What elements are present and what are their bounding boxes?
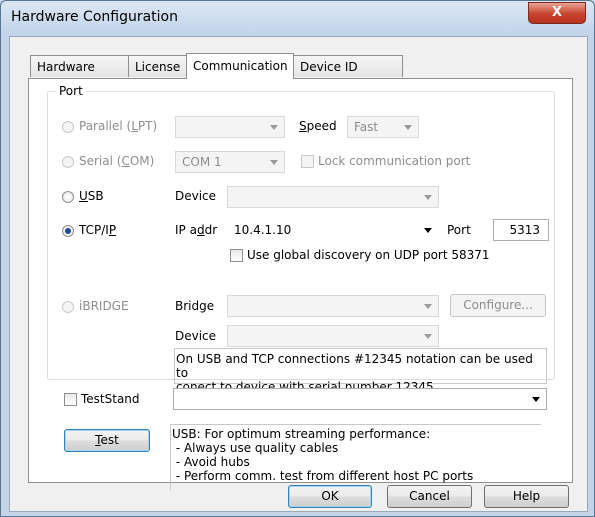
serial-port-combo[interactable]: COM 1 xyxy=(175,151,285,173)
dialog-window: Hardware Configuration X Hardware Type L… xyxy=(0,0,595,517)
chevron-down-icon xyxy=(424,334,432,339)
tip-line: - Always use quality cables xyxy=(172,441,339,455)
teststand-label: TestStand xyxy=(81,392,140,406)
speed-label: Speed xyxy=(299,119,337,133)
tab-label: Communication xyxy=(193,59,288,73)
tcpip-label: TCP/IP xyxy=(79,223,117,237)
lock-port-checkbox[interactable] xyxy=(301,155,314,168)
port-number-field[interactable]: 5313 xyxy=(493,219,549,241)
global-discovery-checkbox[interactable] xyxy=(230,249,243,262)
tab-communication[interactable]: Communication xyxy=(186,53,294,79)
teststand-checkbox[interactable] xyxy=(64,393,77,406)
speed-combo[interactable]: Fast xyxy=(347,116,419,138)
close-button[interactable]: X xyxy=(528,2,586,24)
tab-license[interactable]: License xyxy=(128,55,187,77)
title-bar[interactable]: Hardware Configuration X xyxy=(1,1,594,35)
chevron-down-icon xyxy=(270,125,278,130)
parallel-label: Parallel (LPT) xyxy=(79,119,158,133)
configure-button[interactable]: Configure... xyxy=(450,294,546,317)
serial-radio[interactable] xyxy=(62,156,74,168)
tip-line: USB: For optimum streaming performance: xyxy=(172,427,431,441)
chevron-down-icon xyxy=(404,125,412,130)
usb-tips-note: USB: For optimum streaming performance: … xyxy=(170,424,541,490)
port-group-legend: Port xyxy=(56,84,86,98)
chevron-down-icon xyxy=(424,195,432,200)
tcpip-radio[interactable] xyxy=(62,225,74,237)
dialog-client: Hardware Type License Communication Devi… xyxy=(9,36,588,512)
usb-label: USB xyxy=(79,189,104,203)
global-discovery-label: Use global discovery on UDP port 58371 xyxy=(247,248,490,262)
ibridge-radio[interactable] xyxy=(62,301,74,313)
usb-device-label: Device xyxy=(175,189,217,203)
ibridge-label: iBRIDGE xyxy=(79,299,129,313)
window-title: Hardware Configuration xyxy=(11,9,178,25)
test-button[interactable]: Test xyxy=(64,429,150,452)
tip-line: - Perform comm. test from different host… xyxy=(172,469,474,483)
tip-line: - Avoid hubs xyxy=(172,455,250,469)
note-line: On USB and TCP connections #12345 notati… xyxy=(176,352,533,380)
ip-address-label: IP addr xyxy=(175,223,218,237)
port-label: Port xyxy=(447,223,471,237)
tab-hardware-type[interactable]: Hardware Type xyxy=(30,55,129,96)
chevron-down-icon xyxy=(424,228,432,233)
usb-tcp-note: On USB and TCP connections #12345 notati… xyxy=(174,348,547,394)
close-icon: X xyxy=(551,5,563,20)
tab-device-id-setup[interactable]: Device ID Setup xyxy=(293,55,403,96)
parallel-radio[interactable] xyxy=(62,121,74,133)
tab-label: License xyxy=(135,60,181,74)
teststand-combo[interactable] xyxy=(173,388,547,410)
usb-device-combo[interactable] xyxy=(227,186,439,208)
lock-port-label: Lock communication port xyxy=(318,154,471,168)
communication-panel: Port Parallel (LPT) Speed Fast Serial (C… xyxy=(28,78,573,490)
ibridge-device-label: Device xyxy=(175,329,217,343)
parallel-port-combo[interactable] xyxy=(175,116,285,138)
serial-label: Serial (COM) xyxy=(79,154,155,168)
cancel-button[interactable]: Cancel xyxy=(387,485,472,508)
chevron-down-icon xyxy=(270,160,278,165)
chevron-down-icon xyxy=(424,304,432,309)
bridge-label: Bridge xyxy=(175,299,215,313)
ip-address-combo[interactable]: 10.4.1.10 xyxy=(227,219,439,241)
chevron-down-icon xyxy=(532,397,540,402)
ok-button[interactable]: OK xyxy=(288,485,372,508)
help-button[interactable]: Help xyxy=(484,485,569,508)
ibridge-device-combo[interactable] xyxy=(227,325,439,347)
usb-radio[interactable] xyxy=(62,191,74,203)
bridge-combo[interactable] xyxy=(227,295,439,317)
